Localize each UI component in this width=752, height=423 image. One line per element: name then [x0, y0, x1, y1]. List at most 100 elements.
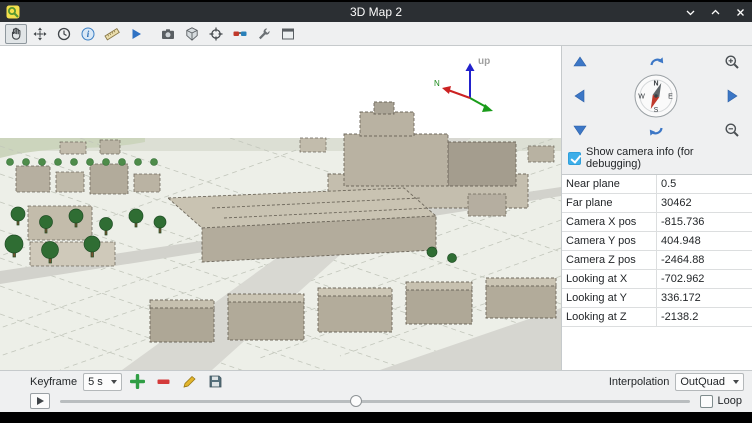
maximize-button[interactable]: [709, 6, 721, 18]
camera-control-button[interactable]: [5, 24, 27, 44]
camera-info-checkbox-label: Show camera info (for debugging): [586, 146, 748, 170]
camera-info-checkbox[interactable]: [568, 152, 581, 165]
dock-window-icon: [280, 26, 296, 42]
axis-up-label: up: [478, 56, 490, 67]
right-building: [468, 194, 506, 216]
row-label: Camera Y pos: [562, 232, 657, 251]
compass-n-label: N: [653, 81, 658, 88]
identify-button[interactable]: i: [77, 24, 99, 44]
table-row: Looking at Y336.172: [562, 289, 752, 308]
compass[interactable]: N E S W: [633, 73, 679, 119]
row-value: -702.962: [657, 270, 752, 289]
qgis-logo-icon: [6, 5, 20, 19]
animation-transport-bar: Loop: [0, 392, 752, 412]
measure-line-button[interactable]: [101, 24, 123, 44]
keyframe-label: Keyframe: [30, 376, 77, 388]
red-minus-icon: [156, 374, 171, 389]
save-image-button[interactable]: [157, 24, 179, 44]
row-value: -2464.88: [657, 251, 752, 270]
cube-icon: [184, 26, 200, 42]
zoom-out-button[interactable]: [722, 120, 742, 140]
floppy-disk-icon: [208, 374, 223, 389]
timeline-slider[interactable]: [60, 393, 690, 409]
timeline-slider-groove[interactable]: [60, 400, 690, 403]
close-button[interactable]: [734, 6, 746, 18]
tilt-up-button[interactable]: [570, 52, 590, 72]
row-value: 336.172: [657, 289, 752, 308]
row-value: -2138.2: [657, 308, 752, 327]
table-row: Looking at Z-2138.2: [562, 308, 752, 327]
row-label: Camera X pos: [562, 213, 657, 232]
row-label: Looking at X: [562, 270, 657, 289]
play-button[interactable]: [30, 393, 50, 409]
map3d-viewport[interactable]: up N: [0, 46, 562, 370]
table-row: Camera Z pos-2464.88: [562, 251, 752, 270]
toolbar: i: [0, 22, 752, 46]
ruler-icon: [104, 26, 120, 42]
row-value: 404.948: [657, 232, 752, 251]
zoom-full-icon: [32, 26, 48, 42]
table-row: Looking at X-702.962: [562, 270, 752, 289]
add-keyframe-button[interactable]: [128, 373, 148, 391]
compass-w-label: W: [638, 94, 645, 101]
edit-keyframe-button[interactable]: [180, 373, 200, 391]
camera-icon: [160, 26, 176, 42]
save-animation-button[interactable]: [206, 373, 226, 391]
wrench-icon: [256, 26, 272, 42]
3d-glasses-icon: [232, 26, 248, 42]
loop-label: Loop: [718, 395, 742, 407]
move-left-button[interactable]: [570, 86, 590, 106]
loop-toggle[interactable]: Loop: [700, 395, 742, 408]
play-icon: [35, 396, 45, 406]
row-label: Looking at Y: [562, 289, 657, 308]
scene-canvas: up N: [0, 46, 561, 370]
camera-navigation-pad: N E S W: [562, 46, 752, 142]
move-right-button[interactable]: [722, 86, 742, 106]
tilt-down-button[interactable]: [570, 120, 590, 140]
export-scene-button[interactable]: [181, 24, 203, 44]
rotate-counterclockwise-button[interactable]: [646, 120, 666, 140]
chevron-down-icon: [733, 380, 739, 384]
minimize-button[interactable]: [684, 6, 696, 18]
green-plus-icon: [130, 374, 145, 389]
dock-button[interactable]: [277, 24, 299, 44]
row-label: Looking at Z: [562, 308, 657, 327]
row-value: -815.736: [657, 213, 752, 232]
camera-info-toggle-row[interactable]: Show camera info (for debugging): [562, 142, 752, 174]
interpolation-combo[interactable]: OutQuad: [675, 373, 744, 391]
table-row: Far plane30462: [562, 194, 752, 213]
table-row: Near plane0.5: [562, 175, 752, 194]
row-value: 0.5: [657, 175, 752, 194]
pencil-icon: [182, 374, 197, 389]
titlebar[interactable]: 3D Map 2: [0, 2, 752, 22]
mid-complex: [168, 188, 436, 262]
loop-checkbox[interactable]: [700, 395, 713, 408]
camera-info-table: Near plane0.5 Far plane30462 Camera X po…: [562, 174, 752, 370]
configure-button[interactable]: [253, 24, 275, 44]
row-label: Near plane: [562, 175, 657, 194]
on-screen-notification-button[interactable]: [53, 24, 75, 44]
compass-e-label: E: [668, 94, 673, 101]
play-icon: [128, 26, 144, 42]
zoom-in-button[interactable]: [722, 52, 742, 72]
table-row: Camera X pos-815.736: [562, 213, 752, 232]
zoom-full-button[interactable]: [29, 24, 51, 44]
timeline-slider-handle[interactable]: [350, 395, 362, 407]
table-row: Camera Y pos404.948: [562, 232, 752, 251]
navigation-panel: N E S W: [562, 46, 752, 370]
window-title: 3D Map 2: [0, 5, 752, 19]
chevron-down-icon: [111, 380, 117, 384]
row-label: Far plane: [562, 194, 657, 213]
rotate-clockwise-button[interactable]: [646, 52, 666, 72]
keyframe-combo[interactable]: 5 s: [83, 373, 122, 391]
map3d-window: 3D Map 2: [0, 2, 752, 412]
interpolation-label: Interpolation: [609, 376, 670, 388]
pan-hand-icon: [8, 26, 24, 42]
animations-button[interactable]: [125, 24, 147, 44]
set-view-button[interactable]: [205, 24, 227, 44]
interpolation-combo-value: OutQuad: [680, 376, 725, 388]
keyframe-combo-value: 5 s: [88, 376, 103, 388]
row-label: Camera Z pos: [562, 251, 657, 270]
remove-keyframe-button[interactable]: [154, 373, 174, 391]
anaglyph-effects-button[interactable]: [229, 24, 251, 44]
